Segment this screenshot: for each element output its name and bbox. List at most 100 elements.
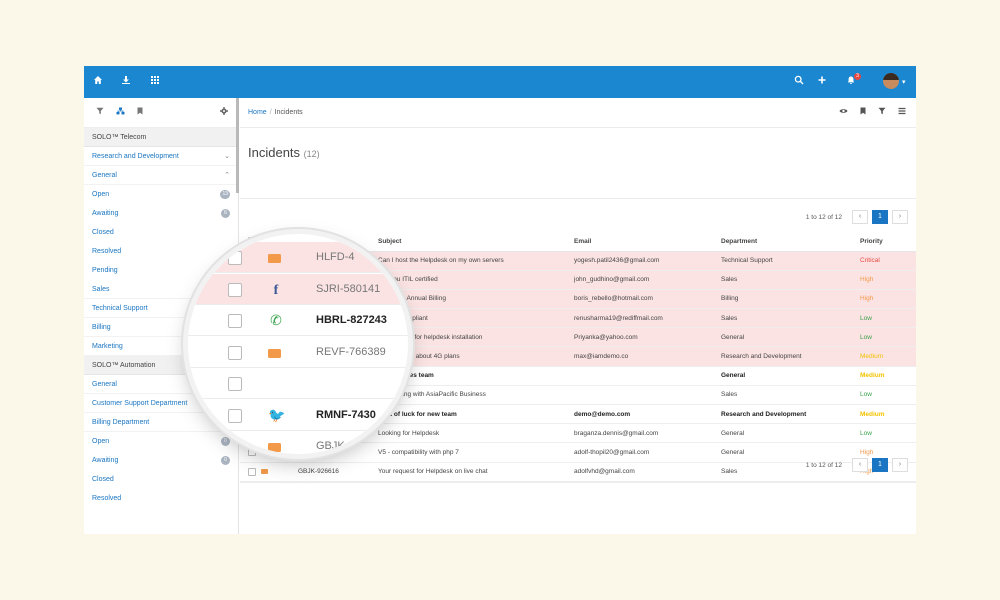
row-checkbox xyxy=(228,251,242,265)
chevron-down-icon[interactable]: ⌄ xyxy=(224,147,230,166)
prev-page-button[interactable]: ‹ xyxy=(852,458,868,472)
magnified-row xyxy=(188,368,408,399)
bookmark-icon[interactable] xyxy=(137,107,143,117)
subject-cell[interactable]: Your request for Helpdesk on live chat xyxy=(378,462,574,482)
sidebar-item-label: Billing Department xyxy=(92,419,150,426)
department-cell: General xyxy=(721,327,860,348)
priority-cell: High xyxy=(860,289,916,310)
sidebar-item-label: Closed xyxy=(92,229,114,236)
sidebar-item-label: Awaiting xyxy=(92,457,119,464)
sidebar-item-open[interactable]: Open 13 xyxy=(84,185,238,204)
sidebar-group-solo-telecom[interactable]: SOLO™ Telecom xyxy=(84,128,238,147)
breadcrumb: Home / Incidents xyxy=(248,109,303,116)
department-cell: Sales xyxy=(721,385,860,406)
apps-grid-icon[interactable] xyxy=(150,75,164,89)
menu-icon[interactable] xyxy=(898,107,906,117)
email-cell: adolfvhd@gmail.com xyxy=(574,462,721,482)
magnified-hash: SJRI-580141 xyxy=(316,282,381,295)
sidebar-scrollbar[interactable] xyxy=(236,98,239,193)
bookmark-icon[interactable] xyxy=(860,107,866,117)
sidebar-item-label: Research and Development xyxy=(92,153,179,160)
search-icon[interactable] xyxy=(794,75,808,89)
email-cell: renusharma19@rediffmail.com xyxy=(574,308,721,329)
department-cell: Research and Development xyxy=(721,346,860,367)
email-cell: john_gudhino@gmail.com xyxy=(574,270,721,290)
chevron-down-icon[interactable]: ▾ xyxy=(902,78,906,86)
sidebar-item-label: Customer Support Department xyxy=(92,400,188,407)
add-icon[interactable] xyxy=(817,75,831,89)
priority-cell: Medium xyxy=(860,346,916,367)
hash-cell[interactable]: GBJK-926616 xyxy=(298,462,378,482)
email-cell: adolf-thopil20@gmail.com xyxy=(574,442,721,463)
magnified-hash: REVF-766389 xyxy=(316,345,386,358)
sidebar-item-label: Awaiting xyxy=(92,210,119,217)
priority-cell: Medium xyxy=(860,404,916,425)
department-cell: Sales xyxy=(721,270,860,290)
sidebar-item-closed[interactable]: Closed xyxy=(84,470,238,489)
row-checkbox xyxy=(228,440,242,454)
email-icon xyxy=(268,443,281,452)
breadcrumb-home-link[interactable]: Home xyxy=(248,109,267,116)
sidebar-item-general[interactable]: General ⌃ xyxy=(84,166,238,185)
chevron-up-icon[interactable]: ⌃ xyxy=(224,166,230,185)
row-checkbox[interactable] xyxy=(248,467,256,476)
row-select-cell xyxy=(240,462,298,482)
department-cell: General xyxy=(721,423,860,444)
priority-cell: Critical xyxy=(860,251,916,271)
home-icon[interactable] xyxy=(93,75,107,89)
pagination-top: 1 to 12 of 12 ‹ 1 › xyxy=(806,210,908,224)
download-icon[interactable] xyxy=(121,75,135,89)
email-icon xyxy=(261,469,269,475)
email-cell xyxy=(574,385,721,406)
page-1-button[interactable]: 1 xyxy=(872,458,888,472)
next-page-button[interactable]: › xyxy=(892,458,908,472)
page-title: Incidents (12) xyxy=(248,145,320,160)
sidebar-item-label: Technical Support xyxy=(92,305,148,312)
sidebar-item-research-and-development[interactable]: Research and Development ⌄ xyxy=(84,147,238,166)
email-cell: demo@demo.com xyxy=(574,404,721,425)
subject-text: Your request for Helpdesk on live chat xyxy=(378,468,488,476)
facebook-icon-wrap: f xyxy=(268,282,284,298)
page-1-button[interactable]: 1 xyxy=(872,210,888,224)
sidebar-item-label: General xyxy=(92,172,117,179)
col-department[interactable]: Department xyxy=(721,232,860,252)
prev-page-button[interactable]: ‹ xyxy=(852,210,868,224)
magnified-hash: HLFD-4 xyxy=(316,251,355,263)
priority-cell: High xyxy=(860,270,916,290)
pagination-range: 1 to 12 of 12 xyxy=(805,461,842,469)
priority-cell: Medium xyxy=(860,366,916,386)
magnified-row: 🐦 RMNF-7430 xyxy=(188,400,408,431)
next-page-button[interactable]: › xyxy=(892,210,908,224)
filter-icon[interactable] xyxy=(96,107,104,117)
avatar[interactable] xyxy=(883,73,899,89)
col-email[interactable]: Email xyxy=(574,232,721,252)
incident-count: (12) xyxy=(303,149,320,159)
sidebar-item-resolved[interactable]: Resolved xyxy=(84,489,238,508)
magnified-hash: HBRL-827243 xyxy=(316,314,387,326)
department-cell: Research and Development xyxy=(721,404,860,425)
magnified-row: ✆ HBRL-827243 xyxy=(188,305,408,336)
hierarchy-icon[interactable] xyxy=(116,107,125,117)
email-icon xyxy=(268,348,281,358)
magnified-hash: GBJK-9 xyxy=(316,440,355,452)
magnifier-lens: HLFD-4 f SJRI-580141 ✆ HBRL-827243 REVF-76638… xyxy=(188,234,408,454)
row-checkbox xyxy=(228,282,242,297)
department-cell: General xyxy=(721,366,860,386)
sidebar-item-awaiting[interactable]: Awaiting 6 xyxy=(84,204,238,223)
priority-cell: Low xyxy=(860,385,916,406)
email-cell: yogesh.patil2436@gmail.com xyxy=(574,251,721,271)
sidebar-item-label: Resolved xyxy=(92,495,122,502)
phone-icon: ✆ xyxy=(270,312,282,328)
email-cell: Priyanka@yahoo.com xyxy=(574,327,721,348)
priority-cell: Low xyxy=(860,327,916,348)
notification-badge: 3 xyxy=(854,73,861,80)
gear-icon[interactable] xyxy=(220,107,228,117)
department-cell: Billing xyxy=(721,289,860,310)
magnified-row: f SJRI-580141 xyxy=(188,273,408,305)
col-priority[interactable]: Priority xyxy=(860,232,916,252)
department-cell: Sales xyxy=(721,308,860,329)
filter-icon[interactable] xyxy=(878,107,886,117)
sidebar-item-closed[interactable]: Closed xyxy=(84,223,238,242)
eye-icon[interactable] xyxy=(839,107,848,117)
email-cell: boris_rebello@hotmail.com xyxy=(574,289,721,310)
